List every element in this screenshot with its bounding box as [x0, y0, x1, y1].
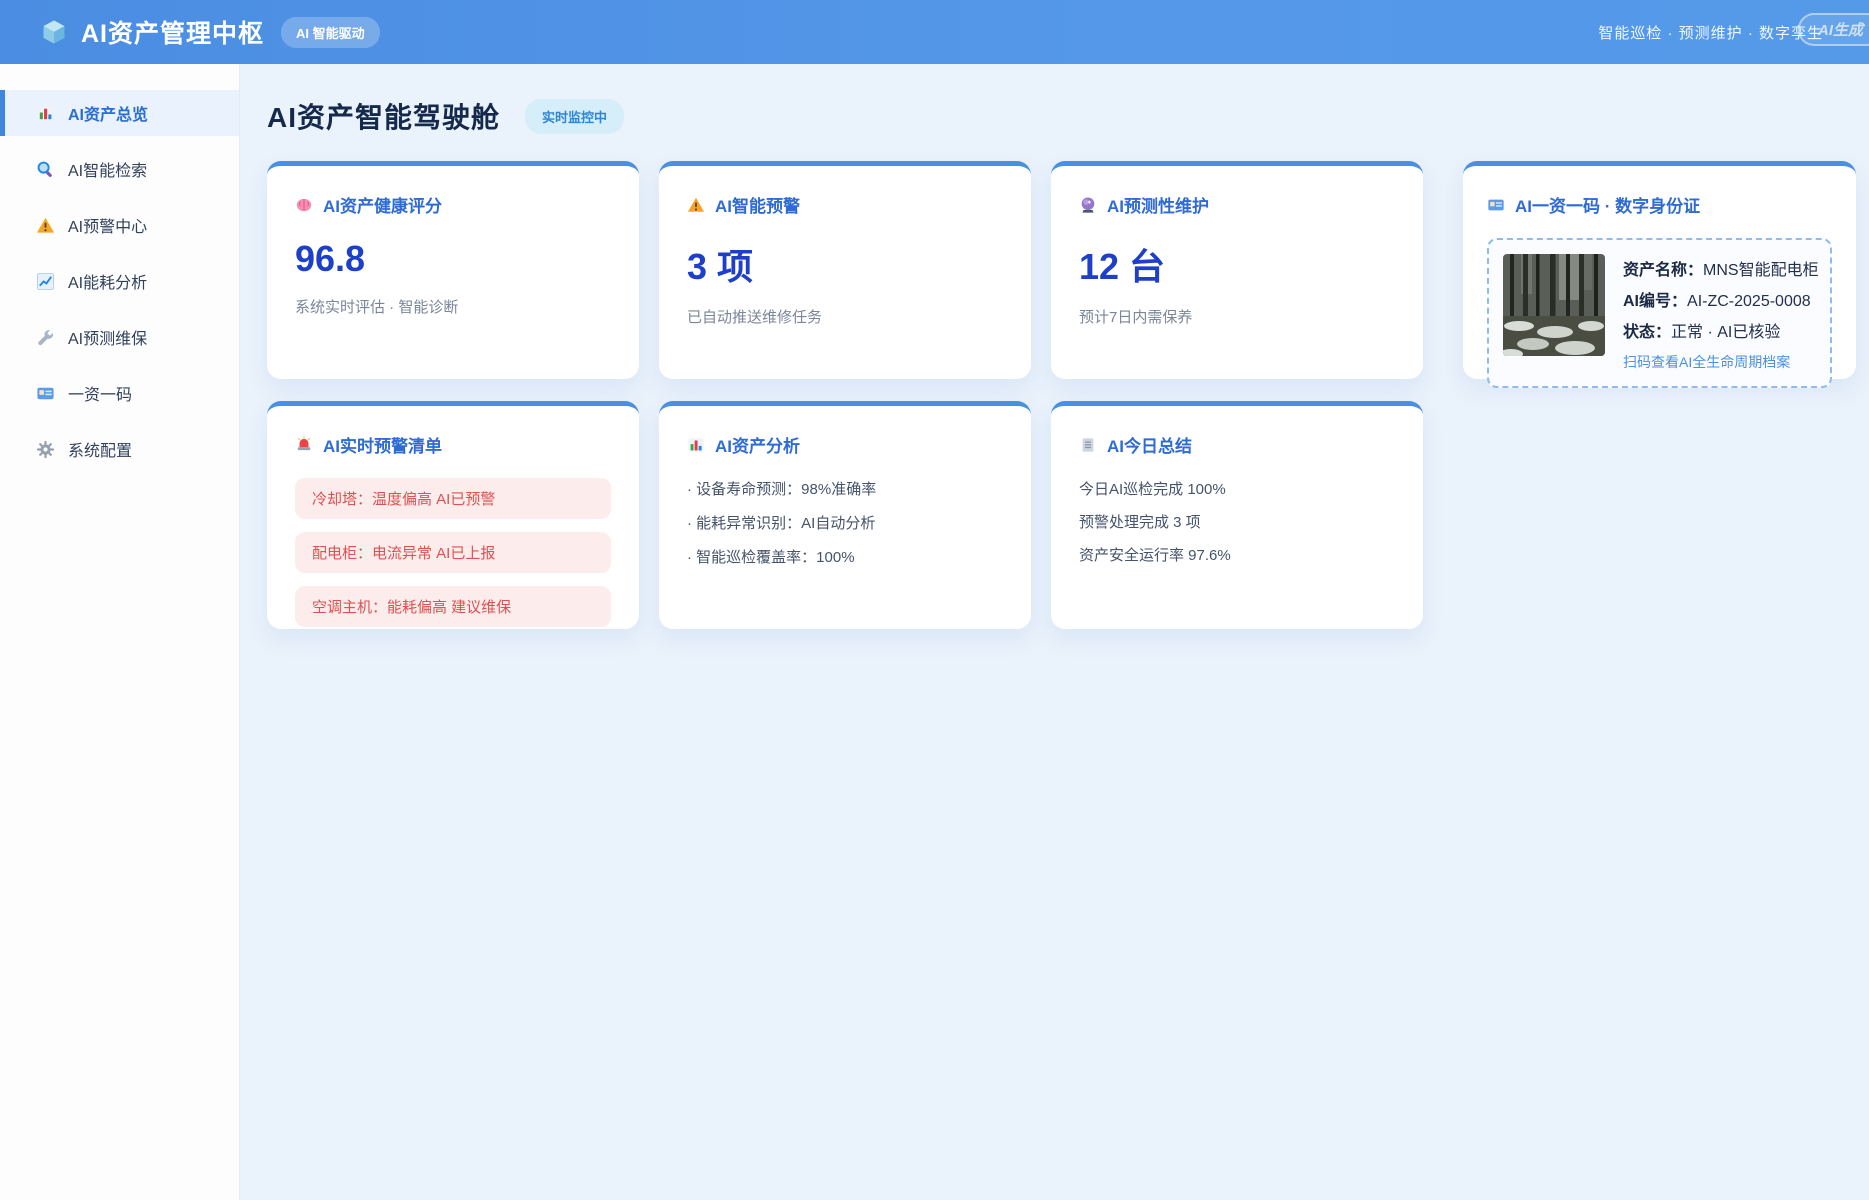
sidebar-item-alert-center[interactable]: AI预警中心 [0, 202, 239, 248]
asset-id-line: AI编号：AI-ZC-2025-0008 [1623, 287, 1819, 311]
bar-chart-icon [36, 104, 55, 123]
analysis-item: 设备寿命预测：98%准确率 [687, 478, 1003, 499]
daily-summary-card: AI今日总结 今日AI巡检完成 100% 预警处理完成 3 项 资产安全运行率 … [1051, 401, 1423, 629]
warning-icon [687, 196, 705, 214]
health-score-value: 96.8 [295, 238, 611, 280]
digital-identity-card: AI一资一码 · 数字身份证 资产名称：MNS智能配电柜 AI编号：AI-ZC-… [1463, 161, 1856, 379]
sidebar-item-label: 系统配置 [68, 437, 132, 461]
wrench-icon [36, 328, 55, 347]
card-title-label: AI一资一码 · 数字身份证 [1515, 192, 1700, 217]
summary-item: 资产安全运行率 97.6% [1079, 544, 1395, 565]
app-title: AI资产管理中枢 [81, 14, 264, 50]
ai-generated-watermark: AI生成 [1798, 13, 1869, 46]
sidebar-item-one-asset-one-code[interactable]: 一资一码 [0, 370, 239, 416]
sidebar-item-label: AI智能检索 [68, 157, 147, 181]
realtime-alert-list-card: AI实时预警清单 冷却塔：温度偏高 AI已预警 配电柜：电流异常 AI已上报 空… [267, 401, 639, 629]
sidebar-item-label: AI预警中心 [68, 213, 147, 237]
siren-icon [295, 436, 313, 454]
health-score-card: AI资产健康评分 96.8 系统实时评估 · 智能诊断 [267, 161, 639, 379]
ai-driven-badge: AI 智能驱动 [281, 17, 380, 48]
summary-item: 今日AI巡检完成 100% [1079, 478, 1395, 499]
field-label: 状态： [1623, 324, 1671, 341]
main-content: AI资产智能驾驶舱 实时监控中 AI资产健康评分 96.8 系统实时评估 · 智… [240, 64, 1869, 1200]
scroll-icon [1079, 436, 1097, 454]
sidebar-item-energy-analysis[interactable]: AI能耗分析 [0, 258, 239, 304]
maintenance-count-value: 12 台 [1079, 238, 1395, 290]
identity-dashed-box: 资产名称：MNS智能配电柜 AI编号：AI-ZC-2025-0008 状态：正常… [1487, 238, 1832, 388]
cube-logo-icon [40, 18, 68, 46]
lifecycle-archive-link[interactable]: 扫码查看AI全生命周期档案 [1623, 352, 1790, 372]
brand: AI资产管理中枢 AI 智能驱动 [40, 14, 380, 50]
field-value: AI-ZC-2025-0008 [1687, 293, 1811, 310]
asset-photo [1503, 254, 1605, 356]
analysis-item: 能耗异常识别：AI自动分析 [687, 512, 1003, 533]
alert-subtitle: 已自动推送维修任务 [687, 306, 1003, 327]
asset-analysis-card: AI资产分析 设备寿命预测：98%准确率 能耗异常识别：AI自动分析 智能巡检覆… [659, 401, 1031, 629]
asset-status-line: 状态：正常 · AI已核验 [1623, 318, 1819, 342]
header-tagline: 智能巡检 · 预测维护 · 数字孪生 [1598, 22, 1823, 43]
asset-name-line: 资产名称：MNS智能配电柜 [1623, 256, 1819, 280]
card-title: AI一资一码 · 数字身份证 [1487, 192, 1832, 217]
field-label: 资产名称： [1623, 262, 1703, 279]
card-title: AI智能预警 [687, 192, 1003, 217]
live-monitoring-badge: 实时监控中 [525, 99, 624, 134]
identity-info: 资产名称：MNS智能配电柜 AI编号：AI-ZC-2025-0008 状态：正常… [1623, 254, 1819, 372]
page-header: AI资产智能驾驶舱 实时监控中 [267, 96, 1869, 136]
page-title: AI资产智能驾驶舱 [267, 96, 500, 136]
chart-line-icon [36, 272, 55, 291]
alert-list-item: 冷却塔：温度偏高 AI已预警 [295, 478, 611, 519]
sidebar: AI资产总览 AI智能检索 AI预警中心 AI能耗分析 AI预测维保 [0, 64, 240, 1200]
sidebar-item-label: 一资一码 [68, 381, 132, 405]
sidebar-item-label: AI能耗分析 [68, 269, 147, 293]
health-score-subtitle: 系统实时评估 · 智能诊断 [295, 296, 611, 317]
field-value: 正常 · AI已核验 [1671, 324, 1780, 341]
sidebar-item-smart-search[interactable]: AI智能检索 [0, 146, 239, 192]
alert-list-item: 空调主机：能耗偏高 建议维保 [295, 586, 611, 627]
card-title: AI资产健康评分 [295, 192, 611, 217]
card-title-label: AI预测性维护 [1107, 192, 1209, 217]
card-title: AI资产分析 [687, 432, 1003, 457]
field-value: MNS智能配电柜 [1703, 262, 1819, 279]
card-title: AI实时预警清单 [295, 432, 611, 457]
field-label: AI编号： [1623, 293, 1687, 310]
sidebar-item-label: AI预测维保 [68, 325, 147, 349]
crystal-ball-icon [1079, 196, 1097, 214]
sidebar-item-asset-overview[interactable]: AI资产总览 [0, 90, 239, 136]
cards-row-2: AI实时预警清单 冷却塔：温度偏高 AI已预警 配电柜：电流异常 AI已上报 空… [267, 401, 1869, 629]
card-title-label: AI智能预警 [715, 192, 800, 217]
card-title: AI预测性维护 [1079, 192, 1395, 217]
sidebar-item-system-config[interactable]: 系统配置 [0, 426, 239, 472]
warning-icon [36, 216, 55, 235]
sidebar-item-predictive-maintenance[interactable]: AI预测维保 [0, 314, 239, 360]
sidebar-item-label: AI资产总览 [68, 101, 148, 125]
analysis-item: 智能巡检覆盖率：100% [687, 546, 1003, 567]
smart-alert-card: AI智能预警 3 项 已自动推送维修任务 [659, 161, 1031, 379]
card-title: AI今日总结 [1079, 432, 1395, 457]
alert-list-item: 配电柜：电流异常 AI已上报 [295, 532, 611, 573]
cards-row-1: AI资产健康评分 96.8 系统实时评估 · 智能诊断 AI智能预警 3 项 已… [267, 161, 1869, 379]
predictive-maintenance-card: AI预测性维护 12 台 预计7日内需保养 [1051, 161, 1423, 379]
card-title-label: AI资产健康评分 [323, 192, 442, 217]
id-card-icon [36, 384, 55, 403]
summary-item: 预警处理完成 3 项 [1079, 511, 1395, 532]
search-icon [36, 160, 55, 179]
card-title-label: AI实时预警清单 [323, 432, 442, 457]
brain-icon [295, 196, 313, 214]
card-title-label: AI今日总结 [1107, 432, 1192, 457]
maintenance-subtitle: 预计7日内需保养 [1079, 306, 1395, 327]
card-title-label: AI资产分析 [715, 432, 800, 457]
top-bar: AI资产管理中枢 AI 智能驱动 智能巡检 · 预测维护 · 数字孪生 [0, 0, 1869, 64]
alert-count-value: 3 项 [687, 238, 1003, 290]
id-card-icon [1487, 196, 1505, 214]
bar-chart-icon [687, 436, 705, 454]
gear-icon [36, 440, 55, 459]
